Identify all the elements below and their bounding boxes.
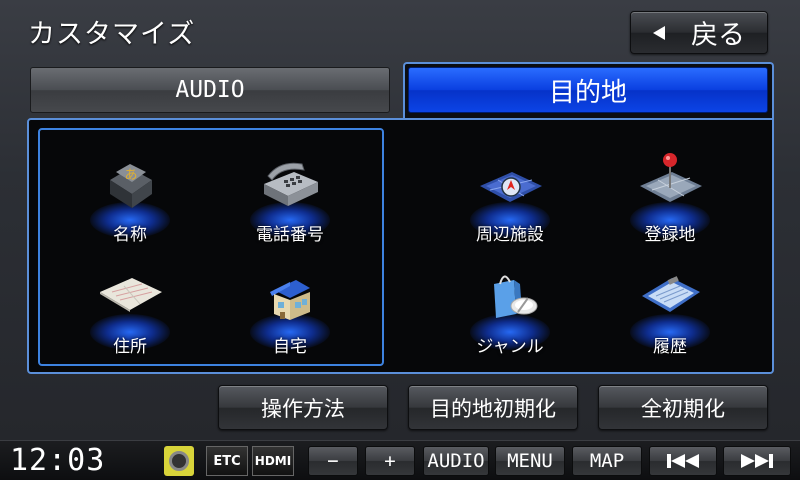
item-genre[interactable]: ジャンル bbox=[440, 262, 580, 362]
history-clipboard-icon bbox=[642, 276, 700, 312]
item-label: 電話番号 bbox=[256, 225, 324, 245]
item-history[interactable]: 履歴 bbox=[600, 262, 740, 362]
hdmi-indicator: HDMI bbox=[252, 446, 294, 476]
tab-audio[interactable]: AUDIO bbox=[30, 67, 390, 113]
item-label: 自宅 bbox=[273, 337, 307, 357]
item-label: 登録地 bbox=[644, 225, 696, 245]
item-registered[interactable]: 登録地 bbox=[600, 150, 740, 250]
tab-destination[interactable]: 目的地 bbox=[408, 67, 768, 113]
item-label: 履歴 bbox=[653, 337, 687, 357]
svg-text:あ: あ bbox=[124, 168, 137, 183]
genre-shopping-icon bbox=[494, 275, 538, 318]
item-home[interactable]: 自宅 bbox=[220, 262, 360, 362]
item-address[interactable]: 住所 bbox=[60, 262, 200, 362]
item-label: 名称 bbox=[113, 225, 147, 245]
item-label: ジャンル bbox=[476, 337, 544, 357]
map-button[interactable]: MAP bbox=[572, 446, 642, 476]
audio-button[interactable]: AUDIO bbox=[423, 446, 489, 476]
all-reset-button[interactable]: 全初期化 bbox=[598, 385, 768, 430]
item-name[interactable]: あ 名称 bbox=[60, 150, 200, 250]
customize-screen: カスタマイズ 戻る AUDIO 目的地 あ 名称 電話番号 周辺施設 登録地 住… bbox=[0, 0, 800, 440]
back-arrow-icon bbox=[653, 25, 665, 40]
name-search-icon: あ bbox=[110, 164, 152, 208]
back-button[interactable]: 戻る bbox=[630, 11, 768, 54]
status-bar: 12:03 ETC HDMI − + AUDIO MENU MAP bbox=[0, 440, 800, 480]
telephone-icon bbox=[264, 162, 318, 206]
back-label: 戻る bbox=[691, 20, 745, 51]
volume-up-button[interactable]: + bbox=[365, 446, 415, 476]
registered-location-pin-icon bbox=[640, 153, 702, 202]
item-label: 周辺施設 bbox=[476, 225, 544, 245]
nearby-facility-icon bbox=[480, 172, 542, 202]
destination-reset-button[interactable]: 目的地初期化 bbox=[408, 385, 578, 430]
camera-icon bbox=[164, 446, 194, 476]
howto-button[interactable]: 操作方法 bbox=[218, 385, 388, 430]
item-label: 住所 bbox=[113, 337, 147, 357]
skip-forward-icon bbox=[741, 454, 773, 468]
page-title: カスタマイズ bbox=[28, 19, 196, 50]
etc-indicator: ETC bbox=[206, 446, 248, 476]
menu-button[interactable]: MENU bbox=[495, 446, 565, 476]
home-house-icon bbox=[270, 280, 310, 320]
skip-back-icon bbox=[667, 454, 699, 468]
previous-track-button[interactable] bbox=[649, 446, 717, 476]
volume-down-button[interactable]: − bbox=[308, 446, 358, 476]
address-map-icon bbox=[100, 278, 162, 312]
item-nearby[interactable]: 周辺施設 bbox=[440, 150, 580, 250]
next-track-button[interactable] bbox=[723, 446, 791, 476]
item-phone[interactable]: 電話番号 bbox=[220, 150, 360, 250]
clock: 12:03 bbox=[10, 443, 106, 478]
